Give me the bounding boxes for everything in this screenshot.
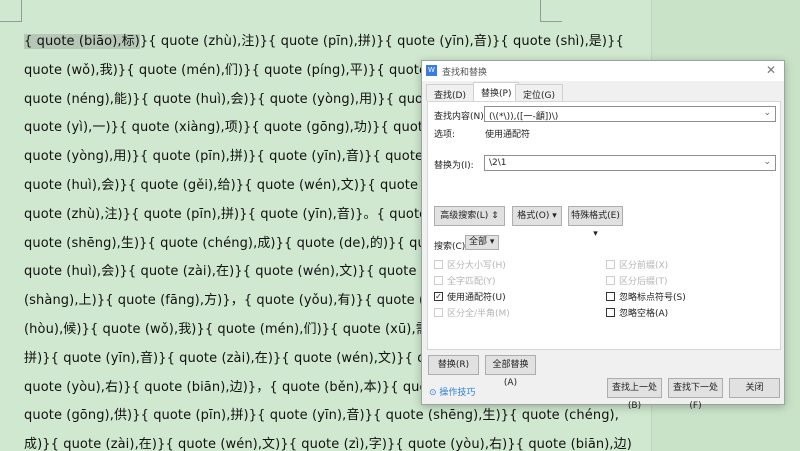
document-line[interactable]: quote (huì),会)}{ quote (gěi),给)}{ quote … — [24, 174, 466, 193]
checkbox-icon — [606, 276, 615, 285]
page-corner-mark — [540, 0, 562, 22]
checkbox-icon[interactable] — [606, 308, 615, 317]
tab-find[interactable]: 查找(D) — [426, 84, 474, 101]
tab-goto[interactable]: 定位(G) — [515, 84, 563, 101]
replace-label: 替换为(I): — [434, 161, 474, 171]
tips-label: 操作技巧 — [439, 388, 476, 398]
page-corner-mark — [0, 0, 22, 22]
tips-link[interactable]: ⊙ 操作技巧 — [429, 385, 475, 398]
find-input[interactable]: (\(*\)),([一-龥])\) ⌄ — [484, 106, 776, 122]
checkbox-label: 区分前缀(X) — [619, 261, 669, 271]
close-icon[interactable]: ✕ — [766, 63, 776, 77]
replace-input[interactable]: \2\1 ⌄ — [484, 155, 776, 171]
document-line[interactable]: quote (zhù),注)}{ quote (pīn),拼)}{ quote … — [24, 203, 489, 222]
document-line[interactable]: 成)}{ quote (zài),在)}{ quote (wén),文)}{ q… — [24, 433, 632, 451]
checkbox-option: 区分前缀(X) — [606, 258, 668, 271]
checkbox-option[interactable]: 忽略空格(A) — [606, 306, 668, 319]
document-line[interactable]: quote (yòu),右)}{ quote (biān),边)}，{ quot… — [24, 376, 477, 395]
options-value: 使用通配符 — [485, 130, 531, 140]
options-label: 选项: — [434, 130, 456, 140]
tab-replace[interactable]: 替换(P) — [473, 82, 520, 102]
app-logo-icon: W — [426, 65, 437, 76]
play-circle-icon: ⊙ — [429, 388, 437, 398]
checkbox-label: 全字匹配(Y) — [447, 277, 496, 287]
search-label: 搜索(C) — [434, 242, 466, 252]
checkbox-option: 区分全/半角(M) — [434, 306, 510, 319]
chevron-down-icon[interactable]: ⌄ — [763, 108, 771, 118]
checkbox-icon — [434, 308, 443, 317]
checkbox-label: 忽略标点符号(S) — [619, 293, 686, 303]
find-previous-button[interactable]: 查找上一处(B) — [607, 378, 662, 411]
advanced-search-button[interactable]: 高级搜索(L) ⇕ — [434, 206, 505, 226]
checkbox-option[interactable]: ✓ 使用通配符(U) — [434, 290, 506, 303]
replace-all-button[interactable]: 全部替换(A) — [485, 355, 536, 388]
search-direction-value: 全部 — [469, 237, 488, 247]
checkbox-icon — [606, 260, 615, 269]
close-button[interactable]: 关闭 — [729, 378, 780, 398]
document-line[interactable]: quote (yòng),用)}{ quote (pīn),拼)}{ quote… — [24, 145, 474, 164]
document-line[interactable]: 拼)}{ quote (yīn),音)}{ quote (zài),在)}{ q… — [24, 347, 485, 366]
document-line[interactable]: quote (wǒ),我)}{ quote (mén),们)}{ quote (… — [24, 59, 478, 78]
checkbox-icon[interactable] — [606, 292, 615, 301]
find-replace-dialog: W 查找和替换 ✕ 查找(D) 替换(P) 定位(G) 查找内容(N): (\(… — [421, 60, 785, 411]
checkbox-label: 区分后缀(T) — [619, 277, 668, 287]
checkbox-icon — [434, 260, 443, 269]
document-line[interactable]: { quote (biāo),标)}{ quote (zhù),注)}{ quo… — [24, 30, 624, 49]
format-button[interactable]: 格式(O) ▾ — [512, 206, 562, 226]
document-line[interactable]: quote (gōng),供)}{ quote (pīn),拼)}{ quote… — [24, 404, 619, 423]
replace-value: \2\1 — [489, 158, 507, 168]
checkbox-label: 区分大小写(H) — [447, 261, 506, 271]
checkbox-label: 区分全/半角(M) — [447, 309, 510, 319]
search-direction-select[interactable]: 全部 ▾ — [465, 235, 499, 250]
checkbox-icon — [434, 276, 443, 285]
checkbox-label: 使用通配符(U) — [447, 293, 506, 303]
checkbox-option: 全字匹配(Y) — [434, 274, 496, 287]
replace-button[interactable]: 替换(R) — [428, 355, 479, 375]
checkbox-label: 忽略空格(A) — [619, 309, 669, 319]
replace-panel: 查找内容(N): (\(*\)),([一-龥])\) ⌄ 选项: 使用通配符 替换… — [427, 101, 781, 350]
find-label: 查找内容(N): — [434, 112, 487, 122]
find-next-button[interactable]: 查找下一处(F) — [668, 378, 723, 411]
find-value: (\(*\)),([一-龥])\) — [489, 112, 559, 122]
chevron-down-icon[interactable]: ⌄ — [763, 157, 771, 167]
line-text: }{ quote (zhù),注)}{ quote (pīn),拼)}{ quo… — [139, 34, 624, 49]
dialog-title: 查找和替换 — [442, 68, 488, 78]
checkbox-option: 区分大小写(H) — [434, 258, 506, 271]
special-format-button[interactable]: 特殊格式(E) ▾ — [568, 206, 623, 239]
checkbox-option: 区分后缀(T) — [606, 274, 668, 287]
checkbox-option[interactable]: 忽略标点符号(S) — [606, 290, 686, 303]
title-bar[interactable]: W 查找和替换 ✕ — [422, 61, 784, 81]
selected-text[interactable]: { quote (biāo),标) — [24, 34, 140, 49]
checkbox-checked-icon[interactable]: ✓ — [434, 292, 443, 301]
